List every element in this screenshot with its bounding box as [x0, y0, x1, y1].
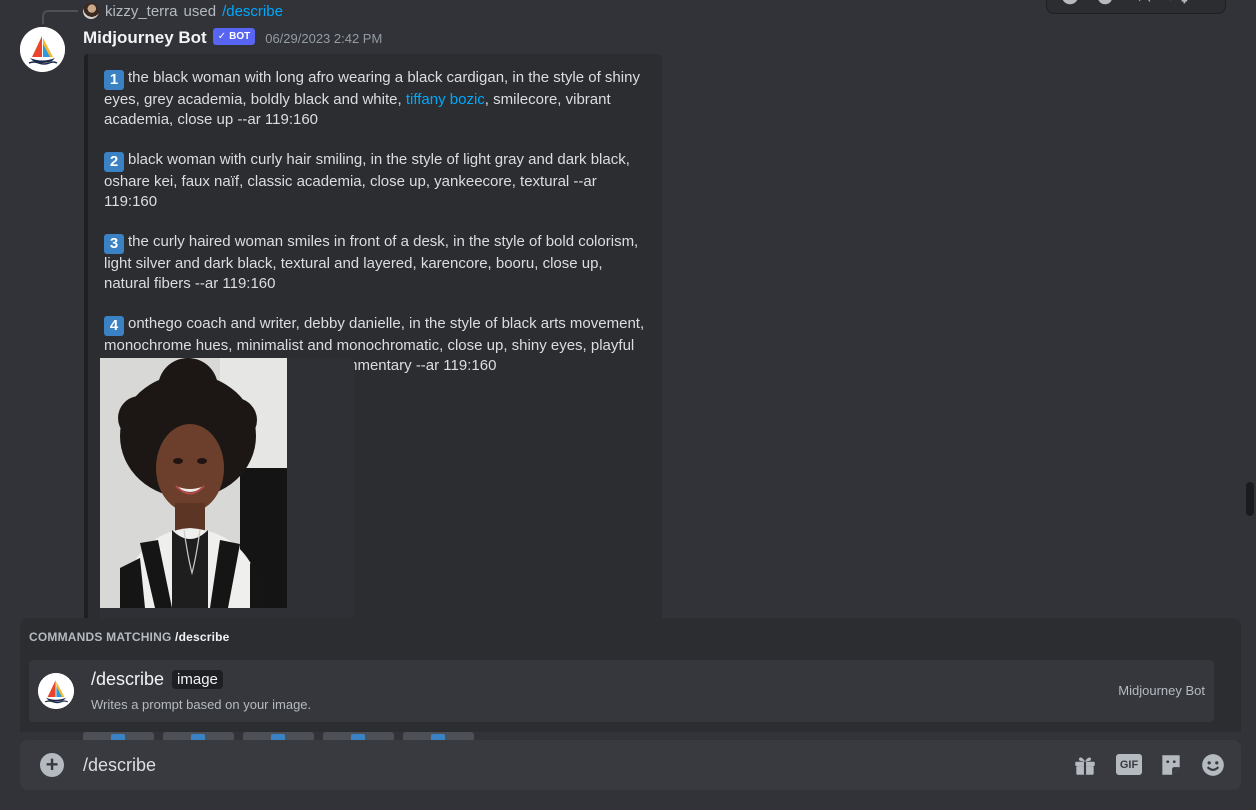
prompt-item-2: 2 black woman with curly hair smiling, in… — [104, 150, 652, 212]
heading-prefix: COMMANDS MATCHING — [29, 630, 172, 644]
number-4-badge: 4 — [104, 316, 124, 336]
hidden-button-row — [83, 732, 474, 740]
reply-username[interactable]: kizzy_terra — [105, 3, 178, 20]
prompt-3-text: the curly haired woman smiles in front o… — [104, 233, 639, 292]
command-option-name: /describe image — [91, 669, 223, 690]
prompt-2-text: black woman with curly hair smiling, in … — [104, 151, 630, 210]
reply-spine — [42, 10, 78, 24]
peek-button-3[interactable] — [243, 732, 314, 740]
reply-user-avatar[interactable] — [83, 3, 99, 19]
reply-context[interactable]: kizzy_terra used /describe — [83, 2, 283, 20]
prompt-1-link[interactable]: tiffany bozic — [406, 91, 485, 108]
command-description: Writes a prompt based on your image. — [91, 697, 312, 712]
peek-button-4[interactable] — [323, 732, 394, 740]
add-reaction-icon[interactable] — [1059, 0, 1081, 7]
command-source: Midjourney Bot — [1118, 683, 1205, 698]
number-2-badge: 2 — [104, 152, 124, 172]
command-param-image[interactable]: image — [172, 670, 223, 689]
message-actions-toolbar — [1046, 0, 1226, 14]
peek-button-1[interactable] — [83, 732, 154, 740]
reply-icon[interactable] — [1131, 0, 1153, 7]
emoji-icon[interactable] — [1200, 752, 1226, 778]
embed-image-container — [100, 358, 354, 618]
message-header: Midjourney Bot ✓ BOT 06/29/2023 2:42 PM — [83, 27, 382, 49]
super-reaction-icon[interactable] — [1095, 0, 1117, 7]
described-image[interactable] — [100, 358, 287, 608]
command-option-describe[interactable]: /describe image Writes a prompt based on… — [29, 660, 1214, 722]
prompt-item-1: 1 the black woman with long afro wearing … — [104, 68, 652, 130]
reply-used-text: used — [183, 2, 217, 20]
command-suggestions-heading: COMMANDS MATCHING /describe — [29, 630, 230, 644]
peek-button-2[interactable] — [163, 732, 234, 740]
gif-icon[interactable]: GIF — [1116, 754, 1142, 775]
describe-embed: 1 the black woman with long afro wearing … — [84, 54, 662, 634]
message-timestamp[interactable]: 06/29/2023 2:42 PM — [265, 31, 382, 46]
verified-check-icon: ✓ — [217, 30, 227, 42]
prompt-list: 1 the black woman with long afro wearing … — [104, 68, 652, 396]
heading-query: /describe — [175, 630, 230, 644]
number-3-badge: 3 — [104, 234, 124, 254]
reply-command[interactable]: /describe — [222, 3, 283, 20]
author-name[interactable]: Midjourney Bot — [83, 28, 207, 48]
sticker-icon[interactable] — [1158, 752, 1184, 778]
number-1-badge: 1 — [104, 70, 124, 90]
create-thread-icon[interactable] — [1167, 0, 1189, 7]
command-name: /describe — [91, 669, 165, 689]
command-bot-avatar — [38, 673, 74, 709]
prompt-item-3: 3 the curly haired woman smiles in front … — [104, 232, 652, 294]
peek-button-5[interactable] — [403, 732, 474, 740]
add-attachment-icon[interactable]: + — [40, 753, 64, 777]
message-composer: + GIF — [20, 740, 1241, 790]
message-input[interactable] — [83, 750, 1043, 780]
bot-tag: ✓ BOT — [212, 27, 256, 45]
scrollbar-thumb[interactable] — [1246, 482, 1254, 516]
midjourney-bot-avatar[interactable] — [20, 27, 65, 72]
bot-tag-label: BOT — [229, 30, 251, 42]
command-suggestions-popup: COMMANDS MATCHING /describe /describe im… — [20, 618, 1241, 732]
gift-icon[interactable] — [1072, 752, 1098, 778]
